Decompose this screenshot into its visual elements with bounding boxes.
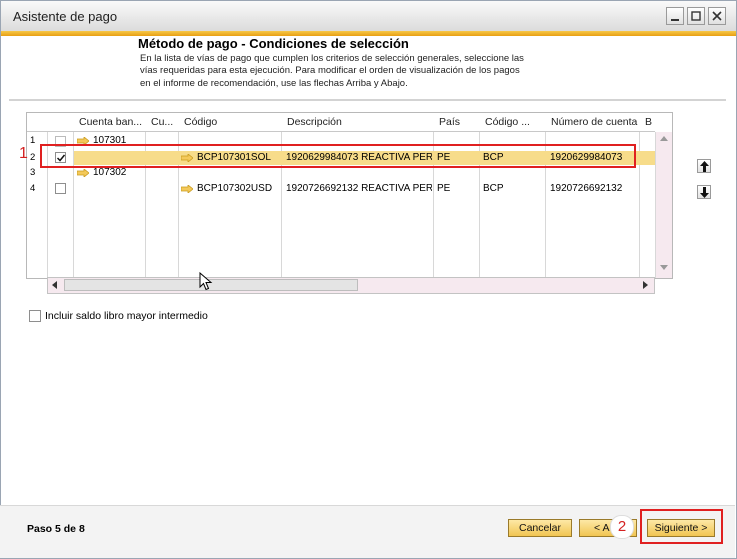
maximize-icon xyxy=(691,11,701,21)
header-bank-account[interactable]: Cuenta ban... xyxy=(74,113,146,132)
header-country[interactable]: País xyxy=(434,113,480,132)
header-select[interactable] xyxy=(48,113,74,132)
scroll-left-icon[interactable] xyxy=(52,281,57,289)
selected-row-highlight-box xyxy=(40,144,636,168)
payment-methods-grid: Cuenta ban... Cu... Código Descripción P… xyxy=(26,112,673,279)
link-arrow-icon[interactable] xyxy=(181,185,193,193)
cell-bank-code: BCP xyxy=(483,183,504,194)
header-currency[interactable]: Cu... xyxy=(146,113,179,132)
cell-account-number: 1920726692132 xyxy=(550,183,623,194)
step-indicator: Paso 5 de 8 xyxy=(27,523,85,535)
minimize-icon xyxy=(671,19,679,21)
header-description[interactable]: Descripción xyxy=(282,113,434,132)
description-line: vías requeridas para esta ejecución. Par… xyxy=(140,65,520,77)
row-number: 1 xyxy=(30,135,36,146)
header-separator xyxy=(9,99,726,101)
move-up-button[interactable] xyxy=(697,159,711,173)
close-icon xyxy=(712,11,722,21)
title-bar: Asistente de pago xyxy=(1,1,736,32)
cell-code: BCP107302USD xyxy=(197,183,273,194)
header-b[interactable]: B xyxy=(640,113,655,132)
annotation-1: 1 xyxy=(19,145,28,162)
annotation-2: 2 xyxy=(610,515,634,539)
include-balance-checkbox[interactable] xyxy=(29,310,41,322)
description-line: en el informe de recomendación, use las … xyxy=(140,77,408,89)
include-balance-label: Incluir saldo libro mayor intermedio xyxy=(45,310,208,322)
row-checkbox[interactable] xyxy=(55,183,66,194)
description-line: En la lista de vías de pago que cumplen … xyxy=(140,53,524,64)
group-label: 107302 xyxy=(93,167,127,178)
header-bank-code[interactable]: Código ... xyxy=(480,113,546,132)
row-number: 2 xyxy=(30,152,36,163)
next-button-highlight-box xyxy=(640,509,723,544)
table-row[interactable]: 4 BCP107302USD 1920726692132 REACTIVA PE… xyxy=(27,182,655,196)
vertical-scrollbar[interactable] xyxy=(655,132,672,278)
scroll-up-icon[interactable] xyxy=(660,136,668,141)
cell-description: 1920726692132 REACTIVA PERU xyxy=(286,183,432,194)
close-button[interactable] xyxy=(708,7,726,25)
scroll-right-icon[interactable] xyxy=(643,281,648,289)
header-rownum xyxy=(27,113,48,132)
scroll-down-icon[interactable] xyxy=(660,265,668,270)
cancel-button[interactable]: Cancelar xyxy=(508,519,572,537)
page-title: Método de pago - Condiciones de selecció… xyxy=(138,36,409,51)
minimize-button[interactable] xyxy=(666,7,684,25)
mouse-cursor-icon xyxy=(199,272,213,291)
move-down-button[interactable] xyxy=(697,185,711,199)
page-description: En la lista de vías de pago que cumplen … xyxy=(140,53,560,90)
row-number: 4 xyxy=(30,183,36,194)
horizontal-scrollbar[interactable] xyxy=(47,277,655,294)
table-row[interactable]: 3 107302 xyxy=(27,167,655,179)
arrow-up-icon xyxy=(700,161,709,172)
cell-country: PE xyxy=(437,183,451,194)
arrow-down-icon xyxy=(700,187,709,198)
maximize-button[interactable] xyxy=(687,7,705,25)
header-code[interactable]: Código xyxy=(179,113,282,132)
expand-arrow-icon[interactable] xyxy=(77,169,89,177)
header-account-number[interactable]: Número de cuenta xyxy=(546,113,640,132)
row-number: 3 xyxy=(30,167,36,178)
window-title: Asistente de pago xyxy=(13,9,118,24)
